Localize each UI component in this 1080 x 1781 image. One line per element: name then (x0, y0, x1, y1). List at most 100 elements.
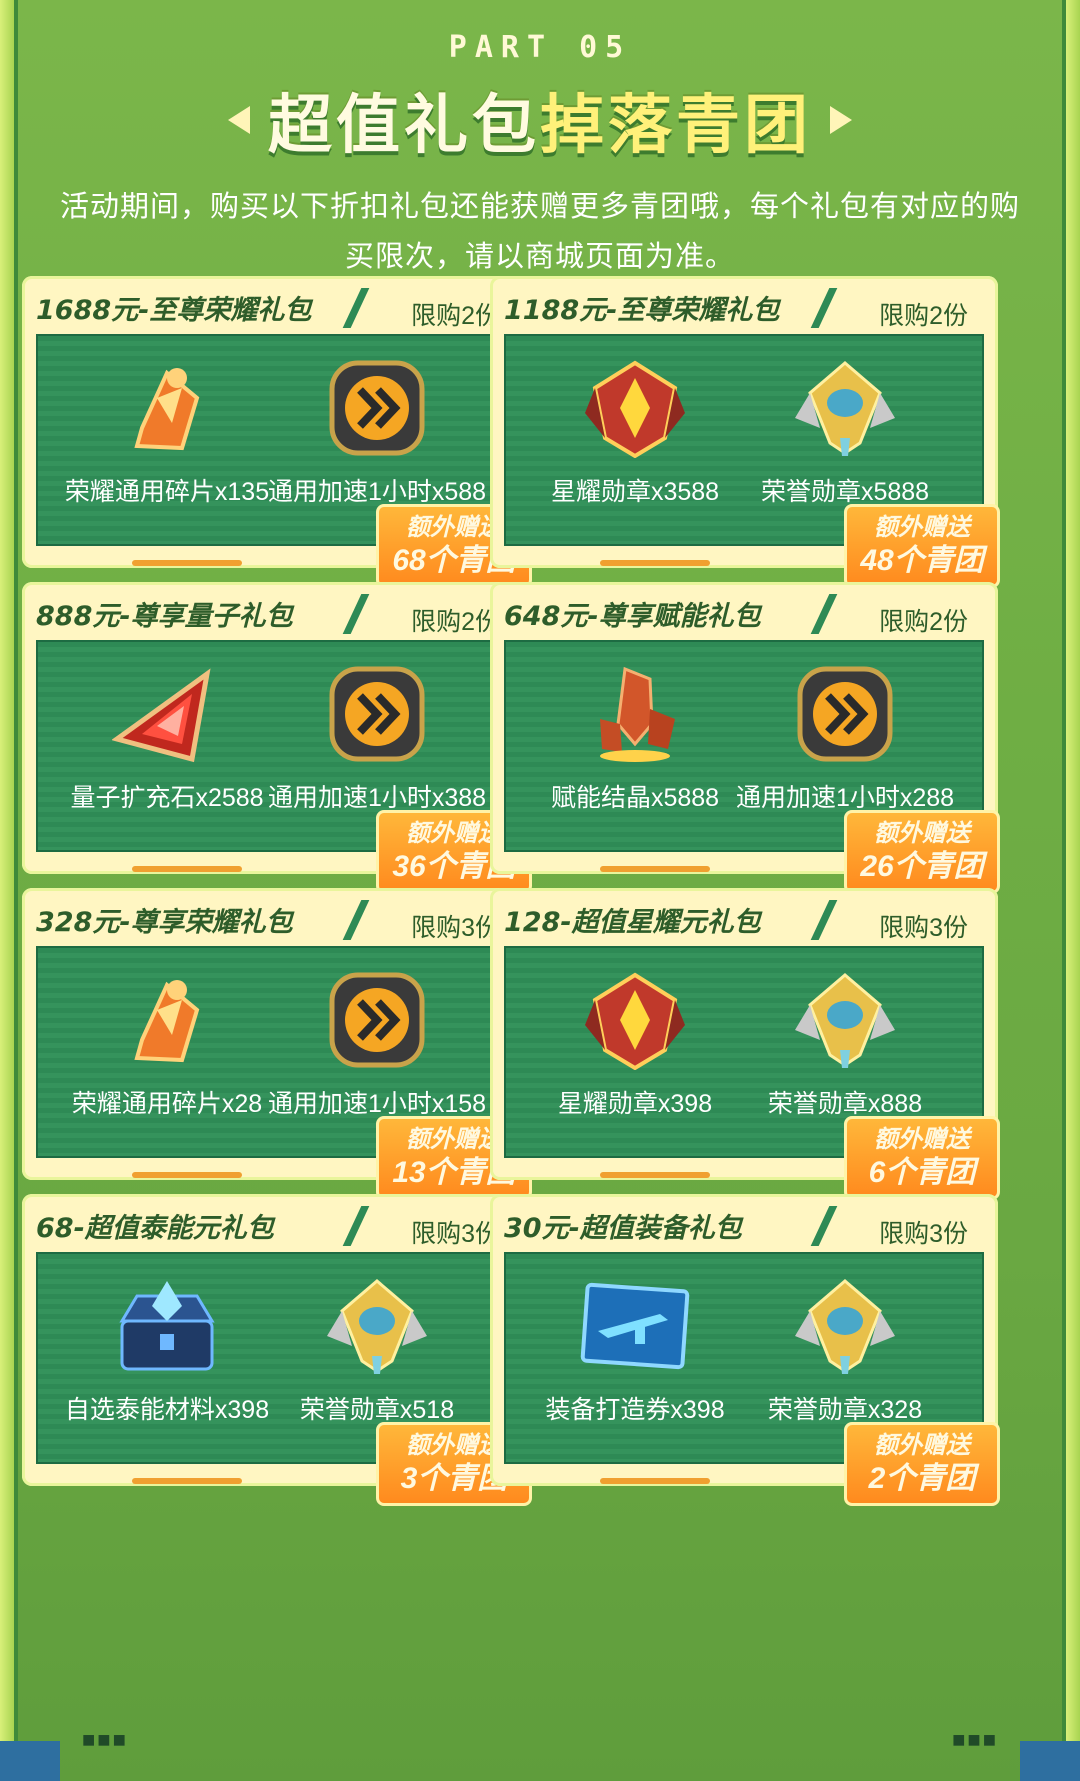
glory-fragment-icon (112, 358, 222, 458)
pack-name: 648元-尊享赋能礼包 (504, 601, 761, 632)
card-footer-accent (600, 1172, 710, 1178)
reward-item-label: 荣誉勋章x328 (767, 1396, 923, 1424)
pack-name: 328元-尊享荣耀礼包 (36, 907, 293, 938)
pack-name: 1188元-至尊荣耀礼包 (504, 295, 780, 326)
speedup-icon (322, 664, 432, 764)
reward-item: 自选泰能材料x398 (52, 1276, 282, 1426)
gift-pack-card[interactable]: 328元-尊享荣耀礼包 限购3份 荣耀通用碎片x28 通用加速1小时x158 额… (22, 888, 532, 1200)
star-medal-icon (580, 358, 690, 459)
glory-fragment-icon (112, 970, 222, 1070)
pack-name: 1688元-至尊荣耀礼包 (36, 295, 312, 326)
reward-item-label: 荣誉勋章x5888 (760, 478, 930, 506)
card-footer-accent (600, 866, 710, 872)
purchase-limit: 限购2份 (879, 608, 968, 636)
purchase-limit: 限购3份 (879, 1220, 968, 1248)
bonus-badge: 额外赠送 26个青团 (844, 810, 1000, 894)
gift-pack-card[interactable]: 30元-超值装备礼包 限购3份 装备打造券x398 荣誉勋章x328 额外赠送 … (490, 1194, 1000, 1506)
right-corner-decoration (1020, 1741, 1080, 1781)
quantum-stone-icon (111, 664, 222, 764)
reward-item: 量子扩充石x2588 (52, 664, 282, 814)
reward-item-label: 通用加速1小时x588 (267, 478, 487, 506)
left-frame-inner (14, 0, 18, 1781)
reward-item-label: 装备打造券x398 (545, 1396, 725, 1424)
bonus-badge: 额外赠送 6个青团 (844, 1116, 1000, 1200)
card-footer-accent (132, 560, 242, 566)
reward-item: 荣誉勋章x518 (262, 1276, 492, 1426)
reward-item: 装备打造券x398 (520, 1276, 750, 1426)
reward-item-label: 赋能结晶x5888 (550, 784, 720, 812)
reward-item: 荣誉勋章x888 (730, 970, 960, 1120)
reward-item-label: 荣耀通用碎片x135 (64, 478, 270, 506)
honor-medal-icon (790, 358, 900, 458)
reward-item: 通用加速1小时x588 (262, 358, 492, 508)
title-right-arrow-icon (830, 106, 852, 134)
gift-pack-card[interactable]: 1688元-至尊荣耀礼包 限购2份 荣耀通用碎片x135 通用加速1小时x588… (22, 276, 532, 588)
right-frame-border (1066, 0, 1080, 1781)
crystal-icon (580, 664, 690, 764)
equipment-ticket-icon (580, 1276, 690, 1376)
bonus-label: 额外赠送 (874, 820, 970, 847)
reward-item: 通用加速1小时x388 (262, 664, 492, 814)
gift-pack-card[interactable]: 888元-尊享量子礼包 限购2份 量子扩充石x2588 通用加速1小时x388 … (22, 582, 532, 894)
reward-item-label: 量子扩充石x2588 (70, 784, 264, 812)
bonus-label: 额外赠送 (874, 514, 970, 541)
reward-item-label: 荣誉勋章x518 (299, 1396, 455, 1424)
purchase-limit: 限购3份 (879, 914, 968, 942)
right-dots-decoration: ■■■ (952, 1727, 998, 1752)
reward-item: 荣耀通用碎片x28 (52, 970, 282, 1120)
card-footer-accent (600, 560, 710, 566)
purchase-limit: 限购2份 (879, 302, 968, 330)
bonus-label: 额外赠送 (874, 1126, 970, 1153)
reward-item: 星耀勋章x398 (520, 970, 750, 1120)
reward-item: 星耀勋章x3588 (520, 358, 750, 508)
card-footer-accent (600, 1478, 710, 1484)
reward-item: 荣誉勋章x328 (730, 1276, 960, 1426)
gift-pack-card[interactable]: 128-超值星耀元礼包 限购3份 星耀勋章x398 荣誉勋章x888 额外赠送 … (490, 888, 1000, 1200)
purchase-limit: 限购2份 (411, 608, 500, 636)
left-corner-decoration (0, 1741, 60, 1781)
speedup-icon (322, 358, 432, 458)
pack-name: 68-超值泰能元礼包 (36, 1213, 274, 1244)
reward-item-label: 星耀勋章x3588 (550, 478, 720, 506)
purchase-limit: 限购3份 (411, 914, 500, 942)
speedup-icon (322, 970, 432, 1070)
title-white-part: 超值礼包 (268, 89, 540, 163)
bonus-value: 6个青团 (868, 1156, 976, 1189)
bonus-value: 26个青团 (860, 850, 984, 883)
gift-pack-card[interactable]: 648元-尊享赋能礼包 限购2份 赋能结晶x5888 通用加速1小时x288 额… (490, 582, 1000, 894)
reward-item-label: 通用加速1小时x288 (735, 784, 955, 812)
reward-item: 荣耀通用碎片x135 (52, 358, 282, 508)
bonus-value: 48个青团 (860, 544, 984, 577)
pack-name: 888元-尊享量子礼包 (36, 601, 293, 632)
gift-pack-card[interactable]: 68-超值泰能元礼包 限购3份 自选泰能材料x398 荣誉勋章x518 额外赠送… (22, 1194, 532, 1506)
honor-medal-icon (790, 970, 900, 1070)
left-frame-border (0, 0, 14, 1781)
card-footer-accent (132, 866, 242, 872)
card-footer-accent (132, 1172, 242, 1178)
left-dots-decoration: ■■■ (82, 1727, 128, 1752)
gift-pack-card[interactable]: 1188元-至尊荣耀礼包 限购2份 星耀勋章x3588 荣誉勋章x5888 额外… (490, 276, 1000, 588)
pack-name: 128-超值星耀元礼包 (504, 907, 761, 938)
honor-medal-icon (322, 1276, 432, 1376)
reward-item-label: 荣誉勋章x888 (767, 1090, 923, 1118)
reward-item: 荣誉勋章x5888 (730, 358, 960, 508)
bonus-badge: 额外赠送 2个青团 (844, 1422, 1000, 1506)
card-footer-accent (132, 1478, 242, 1484)
section-title: 超值礼包掉落青团 (0, 80, 1080, 163)
right-frame-inner (1062, 0, 1066, 1781)
reward-item-label: 通用加速1小时x388 (267, 784, 487, 812)
material-chest-icon (112, 1276, 222, 1376)
reward-item-label: 自选泰能材料x398 (64, 1396, 270, 1424)
reward-item: 赋能结晶x5888 (520, 664, 750, 814)
bonus-label: 额外赠送 (874, 1432, 970, 1459)
honor-medal-icon (790, 1276, 900, 1376)
reward-item: 通用加速1小时x288 (730, 664, 960, 814)
bonus-value: 2个青团 (868, 1462, 976, 1495)
title-text: 超值礼包掉落青团 (268, 74, 812, 166)
reward-item-label: 通用加速1小时x158 (267, 1090, 487, 1118)
title-left-arrow-icon (228, 106, 250, 134)
reward-item-label: 星耀勋章x398 (557, 1090, 713, 1118)
intro-text: 活动期间，购买以下折扣礼包还能获赠更多青团哦，每个礼包有对应的购买限次，请以商城… (59, 191, 1020, 273)
star-medal-icon (580, 970, 690, 1071)
speedup-icon (790, 664, 900, 764)
